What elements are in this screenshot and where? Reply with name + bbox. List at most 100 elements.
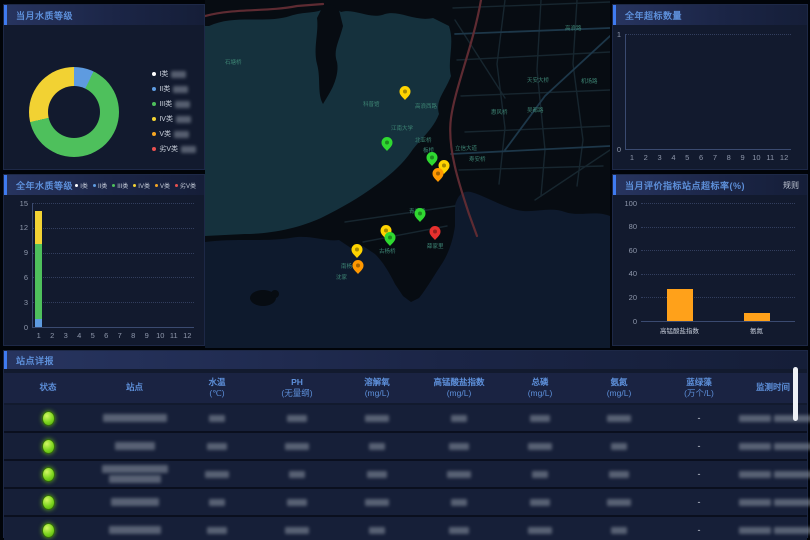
gridline bbox=[641, 250, 795, 251]
column-header: 溶解氧(mg/L) bbox=[337, 377, 417, 400]
value-redacted bbox=[607, 499, 631, 506]
legend-value-redacted bbox=[173, 86, 188, 93]
panel-title: 当月评价指标站点超标率(%) bbox=[625, 179, 745, 192]
rules-link[interactable]: 规则 bbox=[783, 180, 799, 191]
legend-item: III类 bbox=[152, 99, 196, 109]
column-unit: (mg/L) bbox=[501, 388, 579, 399]
legend-label: IV类 bbox=[159, 114, 173, 124]
axis-tick-label: 12 bbox=[772, 153, 796, 162]
stacked-bar-segment bbox=[35, 211, 42, 244]
x-axis-line bbox=[641, 321, 795, 322]
value-cell bbox=[257, 471, 337, 478]
column-unit: (℃) bbox=[177, 388, 257, 399]
axis-tick-label: 12 bbox=[175, 331, 199, 340]
axis-tick-label: 1 bbox=[613, 30, 621, 39]
value-redacted bbox=[449, 443, 469, 450]
rate-bar bbox=[667, 289, 693, 321]
map-place-label: 惠风桥 bbox=[491, 108, 508, 116]
time-redacted bbox=[774, 471, 810, 478]
y-axis-line bbox=[625, 34, 626, 149]
legend-label: III类 bbox=[117, 181, 128, 190]
legend-value-redacted bbox=[176, 116, 191, 123]
station-name-redacted bbox=[103, 414, 167, 422]
time-redacted bbox=[739, 527, 771, 534]
gridline bbox=[32, 203, 194, 204]
table-scrollbar[interactable] bbox=[793, 367, 798, 421]
value-redacted bbox=[528, 443, 552, 450]
legend-value-redacted bbox=[171, 71, 186, 78]
x-axis-line bbox=[625, 149, 791, 150]
value-redacted bbox=[207, 527, 227, 534]
value-redacted bbox=[285, 527, 309, 534]
panel-month-quality-header: 当月水质等级 bbox=[4, 5, 204, 25]
value-cell bbox=[501, 499, 579, 506]
time-cell bbox=[739, 443, 810, 450]
legend-dot-icon bbox=[93, 184, 96, 187]
axis-tick-label: 9 bbox=[4, 248, 28, 257]
time-cell bbox=[739, 471, 810, 478]
value-redacted bbox=[451, 415, 467, 422]
value-redacted bbox=[447, 471, 471, 478]
value-cell bbox=[337, 443, 417, 450]
value-cell bbox=[337, 499, 417, 506]
map[interactable]: 石塘桥科普馆江南大学高浪西路北亚桥板桥立信大道寿安桥青祁桥薛家里古杨桥南杨桥沈家… bbox=[205, 0, 610, 348]
year-quality-legend: I类II类III类IV类V类劣V类 bbox=[75, 181, 196, 190]
legend-label: II类 bbox=[98, 181, 107, 190]
value-redacted bbox=[365, 499, 389, 506]
status-ok-icon bbox=[42, 411, 55, 426]
time-redacted bbox=[739, 471, 771, 478]
donut-chart bbox=[29, 67, 119, 157]
rate-month-chart: 020406080100高锰酸盐指数氨氮 bbox=[613, 195, 807, 345]
time-redacted bbox=[774, 499, 810, 506]
axis-tick-label: 6 bbox=[4, 273, 28, 282]
table-row: - bbox=[4, 461, 807, 489]
legend-item: II类 bbox=[93, 181, 107, 190]
column-unit: (万个/L) bbox=[659, 388, 739, 399]
panel-year-quality: 全年水质等级 I类II类III类IV类V类劣V类 036912151234567… bbox=[3, 174, 205, 346]
panel-station-table-header: 站点详报 bbox=[4, 351, 807, 369]
column-unit: (mg/L) bbox=[417, 388, 501, 399]
column-header: 站点 bbox=[92, 382, 177, 393]
station-name-redacted bbox=[102, 465, 168, 473]
station-cell bbox=[92, 498, 177, 506]
value-cell bbox=[177, 443, 257, 450]
legend-label: 劣V类 bbox=[180, 181, 196, 190]
value-redacted bbox=[528, 527, 552, 534]
legend-value-redacted bbox=[175, 101, 190, 108]
value-cell bbox=[501, 471, 579, 478]
gridline bbox=[32, 277, 194, 278]
legend-label: V类 bbox=[160, 181, 170, 190]
map-place-label: 高浪西路 bbox=[415, 102, 438, 110]
legend-dot-icon bbox=[152, 132, 156, 136]
legend-dot-icon bbox=[152, 117, 156, 121]
column-name: PH bbox=[257, 377, 337, 388]
legend-dot-icon bbox=[152, 72, 156, 76]
value-redacted bbox=[209, 499, 225, 506]
axis-tick-label: 100 bbox=[613, 199, 637, 208]
legend-item: I类 bbox=[152, 69, 196, 79]
status-ok-icon bbox=[42, 495, 55, 510]
water-quality-dashboard: 当月水质等级 I类II类III类IV类V类劣V类 全年水质等级 I类II类III… bbox=[0, 0, 810, 540]
map-place-label: 寿安桥 bbox=[469, 155, 486, 163]
legend-dot-icon bbox=[155, 184, 158, 187]
value-cell bbox=[417, 527, 501, 534]
status-cell bbox=[4, 523, 92, 538]
axis-tick-label: 氨氮 bbox=[717, 325, 797, 335]
value-cell bbox=[417, 499, 501, 506]
algae-cell: - bbox=[659, 525, 739, 535]
value-cell bbox=[501, 443, 579, 450]
map-place-label: 立信大道 bbox=[455, 144, 478, 152]
value-redacted bbox=[611, 443, 627, 450]
value-redacted bbox=[285, 443, 309, 450]
gridline bbox=[32, 253, 194, 254]
value-redacted bbox=[451, 499, 467, 506]
x-axis-line bbox=[32, 327, 194, 328]
gridline bbox=[625, 34, 791, 35]
status-ok-icon bbox=[42, 523, 55, 538]
column-header: 蓝绿藻(万个/L) bbox=[659, 377, 739, 400]
value-cell bbox=[257, 415, 337, 422]
value-redacted bbox=[609, 471, 629, 478]
value-cell bbox=[579, 415, 659, 422]
value-redacted bbox=[207, 443, 227, 450]
value-redacted bbox=[287, 415, 307, 422]
